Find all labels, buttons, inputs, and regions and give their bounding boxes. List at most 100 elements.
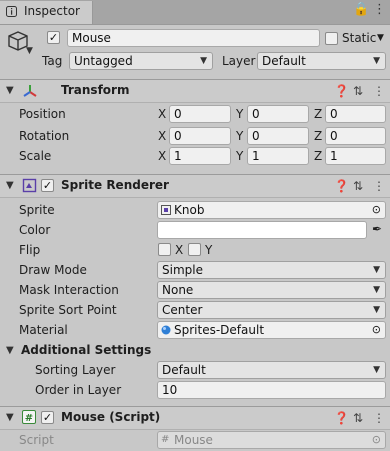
menu-dots-icon[interactable]: ⋮: [373, 2, 386, 17]
position-label: Position: [19, 107, 66, 121]
fold-arrow-icon[interactable]: ▼: [6, 412, 14, 423]
sprite-asset-icon: [161, 205, 171, 215]
transform-title: Transform: [61, 83, 130, 97]
mask-interaction-dropdown[interactable]: None ▼: [157, 281, 386, 299]
dropdown-arrow-icon: ▼: [200, 56, 207, 66]
flip-y-checkbox[interactable]: [188, 243, 201, 256]
fold-arrow-icon[interactable]: ▼: [6, 85, 14, 96]
script-label: Script: [19, 433, 54, 447]
script-object-field: # Mouse ⊙: [157, 431, 386, 449]
rotation-z-field[interactable]: 0: [325, 127, 386, 145]
mask-interaction-value: None: [162, 283, 194, 297]
object-picker-icon[interactable]: ⊙: [372, 322, 381, 338]
position-x-axis: X: [158, 107, 167, 121]
rotation-label: Rotation: [19, 129, 70, 143]
lock-icon[interactable]: 🔒: [353, 2, 369, 17]
draw-mode-value: Simple: [162, 263, 203, 277]
rotation-y-axis: Y: [236, 129, 244, 143]
draw-mode-dropdown[interactable]: Simple ▼: [157, 261, 386, 279]
transform-header[interactable]: ▼ Transform ❓ ⇅ ⋮: [0, 79, 390, 103]
dropdown-arrow-icon: ▼: [373, 56, 380, 66]
script-enabled-checkbox[interactable]: ✓: [41, 411, 54, 424]
tag-dropdown[interactable]: Untagged ▼: [69, 52, 213, 70]
tab-bar: Inspector 🔒 ⋮: [0, 0, 390, 25]
eyedropper-icon[interactable]: ✒: [372, 222, 382, 236]
position-x-field[interactable]: 0: [169, 105, 231, 123]
help-icon[interactable]: ❓: [334, 84, 349, 98]
sprite-renderer-enabled-checkbox[interactable]: ✓: [41, 179, 54, 192]
script-value: Mouse: [174, 433, 213, 447]
flip-x-checkbox[interactable]: [158, 243, 171, 256]
sprite-renderer-icon: [22, 178, 37, 193]
transform-icon: [23, 85, 37, 97]
dropdown-arrow-icon: ▼: [373, 305, 380, 315]
scale-x-field[interactable]: 1: [169, 147, 231, 165]
flip-label: Flip: [19, 243, 41, 257]
mouse-script-title: Mouse (Script): [61, 410, 161, 424]
static-dropdown-arrow[interactable]: ▼: [377, 33, 384, 43]
position-z-axis: Z: [314, 107, 323, 121]
scale-x-axis: X: [158, 149, 167, 163]
mask-interaction-label: Mask Interaction: [19, 283, 119, 297]
help-icon[interactable]: ❓: [334, 179, 349, 193]
draw-mode-label: Draw Mode: [19, 263, 87, 277]
scale-z-axis: Z: [314, 149, 323, 163]
sprite-renderer-header[interactable]: ▼ ✓ Sprite Renderer ❓ ⇅ ⋮: [0, 174, 390, 198]
csharp-script-icon: #: [22, 410, 36, 424]
help-icon[interactable]: ❓: [334, 411, 349, 425]
active-checkbox[interactable]: ✓: [47, 31, 60, 44]
additional-settings-fold-icon[interactable]: ▼: [6, 345, 14, 356]
static-label: Static: [342, 31, 377, 45]
fold-arrow-icon[interactable]: ▼: [6, 180, 14, 191]
rotation-y-field[interactable]: 0: [247, 127, 309, 145]
scale-y-field[interactable]: 1: [247, 147, 309, 165]
flip-y-label: Y: [205, 243, 213, 257]
sprite-sort-point-dropdown[interactable]: Center ▼: [157, 301, 386, 319]
presets-icon[interactable]: ⇅: [353, 411, 363, 425]
menu-dots-icon[interactable]: ⋮: [373, 411, 385, 425]
static-checkbox[interactable]: [325, 32, 338, 45]
rotation-x-field[interactable]: 0: [169, 127, 231, 145]
color-swatch[interactable]: [157, 221, 367, 239]
layer-value: Default: [262, 54, 306, 68]
layer-dropdown[interactable]: Default ▼: [257, 52, 386, 70]
tab-label: Inspector: [24, 4, 80, 18]
tab-inspector[interactable]: Inspector: [0, 1, 93, 24]
dropdown-arrow-icon: ▼: [373, 265, 380, 275]
dropdown-arrow-icon: ▼: [373, 365, 380, 375]
svg-text:#: #: [25, 413, 33, 424]
menu-dots-icon[interactable]: ⋮: [373, 84, 385, 98]
sprite-sort-point-value: Center: [162, 303, 203, 317]
sprite-sort-point-label: Sprite Sort Point: [19, 303, 117, 317]
sorting-layer-label: Sorting Layer: [35, 363, 116, 377]
icon-dropdown-arrow[interactable]: ▼: [26, 46, 33, 56]
order-in-layer-field[interactable]: 10: [157, 381, 386, 399]
object-name-field[interactable]: Mouse: [67, 29, 320, 47]
sorting-layer-value: Default: [162, 363, 206, 377]
dropdown-arrow-icon: ▼: [373, 285, 380, 295]
sprite-object-field[interactable]: Knob ⊙: [157, 201, 386, 219]
sorting-layer-dropdown[interactable]: Default ▼: [157, 361, 386, 379]
mouse-script-header[interactable]: ▼ # ✓ Mouse (Script) ❓ ⇅ ⋮: [0, 406, 390, 430]
sprite-label: Sprite: [19, 203, 55, 217]
rotation-z-axis: Z: [314, 129, 323, 143]
sprite-renderer-title: Sprite Renderer: [61, 178, 169, 192]
order-in-layer-label: Order in Layer: [35, 383, 122, 397]
menu-dots-icon[interactable]: ⋮: [373, 179, 385, 193]
additional-settings-title[interactable]: Additional Settings: [21, 343, 151, 357]
object-picker-icon[interactable]: ⊙: [372, 202, 381, 218]
tag-value: Untagged: [74, 54, 133, 68]
layer-label: Layer: [222, 54, 256, 68]
material-value: Sprites-Default: [174, 323, 265, 337]
presets-icon[interactable]: ⇅: [353, 179, 363, 193]
scale-z-field[interactable]: 1: [325, 147, 386, 165]
material-object-field[interactable]: Sprites-Default ⊙: [157, 321, 386, 339]
rotation-x-axis: X: [158, 129, 167, 143]
material-label: Material: [19, 323, 68, 337]
tag-label: Tag: [42, 54, 63, 68]
info-icon: [6, 6, 17, 17]
scale-y-axis: Y: [236, 149, 244, 163]
presets-icon[interactable]: ⇅: [353, 84, 363, 98]
position-z-field[interactable]: 0: [325, 105, 386, 123]
position-y-field[interactable]: 0: [247, 105, 309, 123]
